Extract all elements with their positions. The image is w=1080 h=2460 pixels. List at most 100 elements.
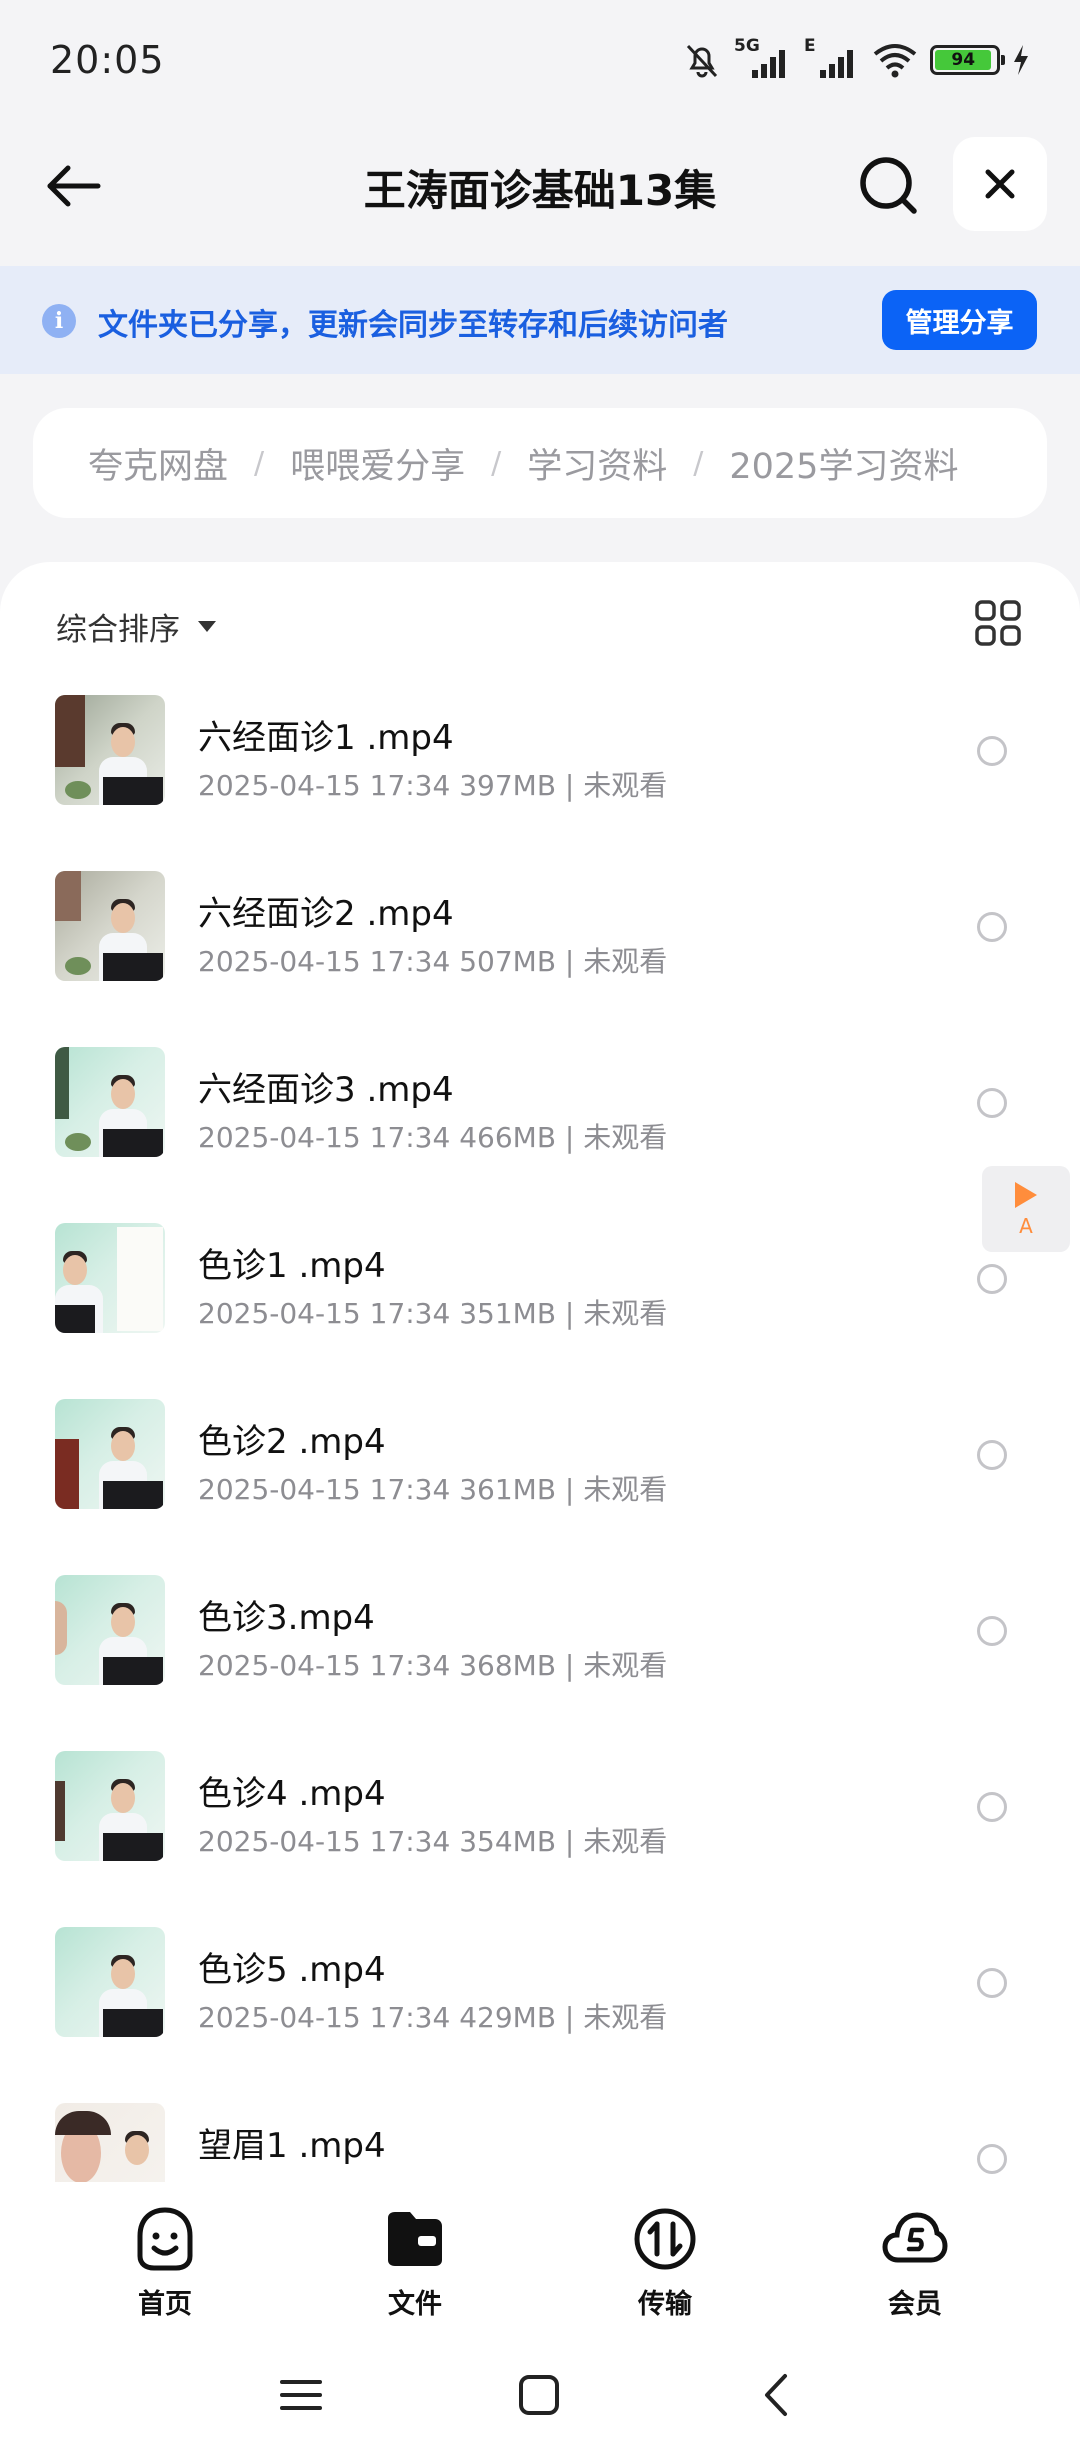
- back-chevron-icon: [765, 2374, 787, 2416]
- close-icon: [985, 169, 1015, 199]
- folder-icon: [388, 2212, 442, 2266]
- select-checkbox[interactable]: [977, 912, 1007, 942]
- video-thumbnail: [55, 1047, 165, 1157]
- floating-player-button[interactable]: A: [982, 1166, 1070, 1252]
- signal-icon: 5G: [734, 36, 792, 80]
- signal-icon-secondary: E: [804, 36, 860, 80]
- play-icon: [1015, 1182, 1037, 1208]
- nav-item-transfer[interactable]: 传输: [590, 2206, 740, 2326]
- bell-muted-icon: [686, 44, 718, 78]
- list-item[interactable]: 六经面诊2 .mp4 2025-04-15 17:34 507MB | 未观看: [0, 836, 1080, 1012]
- breadcrumb-item-share[interactable]: 喂喂爱分享: [290, 438, 465, 489]
- top-bar: 王涛面诊基础13集: [0, 125, 1080, 243]
- file-list-panel: 综合排序 六经面诊1 .mp4 2025-04-15 17:34 397MB |…: [0, 562, 1080, 2182]
- breadcrumb: 夸克网盘 / 喂喂爱分享 / 学习资料 / 2025学习资料: [33, 408, 1047, 518]
- file-meta: 2025-04-15 17:34 354MB | 未观看: [198, 1825, 668, 1858]
- file-name: 色诊3.mp4: [198, 1598, 375, 1638]
- select-checkbox[interactable]: [977, 2144, 1007, 2174]
- video-thumbnail: [55, 1399, 165, 1509]
- list-item[interactable]: 色诊1 .mp4 2025-04-15 17:34 351MB | 未观看: [0, 1188, 1080, 1364]
- list-item[interactable]: 色诊4 .mp4 2025-04-15 17:34 354MB | 未观看: [0, 1716, 1080, 1892]
- bottom-nav: 首页 文件 传输 会员: [0, 2182, 1080, 2332]
- floating-letter: A: [1019, 1214, 1033, 1238]
- status-icons: 5G E 94: [682, 36, 1030, 80]
- select-checkbox[interactable]: [977, 1616, 1007, 1646]
- breadcrumb-separator: /: [254, 445, 265, 481]
- select-checkbox[interactable]: [977, 1968, 1007, 1998]
- nav-item-home[interactable]: 首页: [90, 2206, 240, 2326]
- video-thumbnail: [55, 2103, 165, 2182]
- file-name: 六经面诊1 .mp4: [198, 718, 454, 758]
- menu-icon: [280, 2380, 322, 2410]
- list-item[interactable]: 六经面诊3 .mp4 2025-04-15 17:34 466MB | 未观看: [0, 1012, 1080, 1188]
- smiley-home-icon: [137, 2207, 193, 2271]
- transfer-icon: [634, 2208, 696, 2270]
- close-button[interactable]: [953, 137, 1047, 231]
- status-time: 20:05: [50, 38, 165, 82]
- file-name: 色诊1 .mp4: [198, 1246, 386, 1286]
- file-meta: 2025-04-15 17:34 361MB | 未观看: [198, 1473, 668, 1506]
- select-checkbox[interactable]: [977, 1264, 1007, 1294]
- share-banner: i 文件夹已分享，更新会同步至转存和后续访问者 管理分享: [0, 266, 1080, 374]
- select-checkbox[interactable]: [977, 1088, 1007, 1118]
- video-thumbnail: [55, 871, 165, 981]
- video-thumbnail: [55, 1927, 165, 2037]
- file-name: 六经面诊3 .mp4: [198, 1070, 454, 1110]
- info-icon: i: [42, 304, 76, 338]
- cloud-member-icon: [882, 2212, 948, 2263]
- file-list: 六经面诊1 .mp4 2025-04-15 17:34 397MB | 未观看 …: [0, 660, 1080, 2182]
- file-name: 色诊2 .mp4: [198, 1422, 386, 1462]
- wifi-icon: [873, 44, 917, 78]
- nav-label-member: 会员: [888, 2289, 942, 2320]
- video-thumbnail: [55, 1223, 165, 1333]
- view-toggle-button[interactable]: [973, 598, 1023, 648]
- search-icon: [860, 157, 917, 214]
- breadcrumb-separator: /: [491, 445, 502, 481]
- status-bar: 20:05 5G E 94: [0, 0, 1080, 120]
- battery-icon: 94: [930, 45, 1005, 75]
- nav-label-transfer: 传输: [638, 2289, 692, 2320]
- select-checkbox[interactable]: [977, 1440, 1007, 1470]
- list-item[interactable]: 望眉1 .mp4: [0, 2068, 1080, 2182]
- home-button[interactable]: [514, 2370, 564, 2420]
- file-meta: 2025-04-15 17:34 397MB | 未观看: [198, 769, 668, 802]
- caret-down-icon: [198, 621, 216, 632]
- search-button[interactable]: [852, 149, 926, 223]
- recent-apps-button[interactable]: [276, 2370, 326, 2420]
- list-item[interactable]: 色诊2 .mp4 2025-04-15 17:34 361MB | 未观看: [0, 1364, 1080, 1540]
- list-item[interactable]: 六经面诊1 .mp4 2025-04-15 17:34 397MB | 未观看: [0, 660, 1080, 836]
- file-name: 望眉1 .mp4: [198, 2126, 386, 2166]
- sort-dropdown[interactable]: 综合排序: [56, 604, 216, 649]
- file-meta: 2025-04-15 17:34 466MB | 未观看: [198, 1121, 668, 1154]
- battery-level: 94: [935, 50, 992, 70]
- file-meta: 2025-04-15 17:34 351MB | 未观看: [198, 1297, 668, 1330]
- file-name: 色诊5 .mp4: [198, 1950, 386, 1990]
- file-meta: 2025-04-15 17:34 507MB | 未观看: [198, 945, 668, 978]
- system-back-button[interactable]: [752, 2370, 802, 2420]
- home-square-icon: [519, 2375, 559, 2415]
- grid-view-icon: [975, 600, 1021, 646]
- list-item[interactable]: 色诊3.mp4 2025-04-15 17:34 368MB | 未观看: [0, 1540, 1080, 1716]
- sort-label: 综合排序: [56, 612, 180, 648]
- share-notice-text: 文件夹已分享，更新会同步至转存和后续访问者: [98, 308, 728, 343]
- nav-label-home: 首页: [138, 2289, 192, 2320]
- select-checkbox[interactable]: [977, 736, 1007, 766]
- nav-item-member[interactable]: 会员: [840, 2206, 990, 2326]
- video-thumbnail: [55, 1751, 165, 1861]
- video-thumbnail: [55, 695, 165, 805]
- charging-icon: [1014, 45, 1028, 75]
- nav-item-files[interactable]: 文件: [340, 2206, 490, 2326]
- file-meta: 2025-04-15 17:34 368MB | 未观看: [198, 1649, 668, 1682]
- select-checkbox[interactable]: [977, 1792, 1007, 1822]
- list-item[interactable]: 色诊5 .mp4 2025-04-15 17:34 429MB | 未观看: [0, 1892, 1080, 2068]
- breadcrumb-separator: /: [693, 445, 704, 481]
- file-name: 六经面诊2 .mp4: [198, 894, 454, 934]
- file-name: 色诊4 .mp4: [198, 1774, 386, 1814]
- system-navigation-bar: [0, 2332, 1080, 2460]
- manage-share-button[interactable]: 管理分享: [882, 290, 1037, 350]
- nav-label-files: 文件: [388, 2289, 442, 2320]
- breadcrumb-item-root[interactable]: 夸克网盘: [88, 438, 228, 489]
- video-thumbnail: [55, 1575, 165, 1685]
- breadcrumb-item-2025[interactable]: 2025学习资料: [729, 438, 958, 489]
- breadcrumb-item-study[interactable]: 学习资料: [527, 438, 667, 489]
